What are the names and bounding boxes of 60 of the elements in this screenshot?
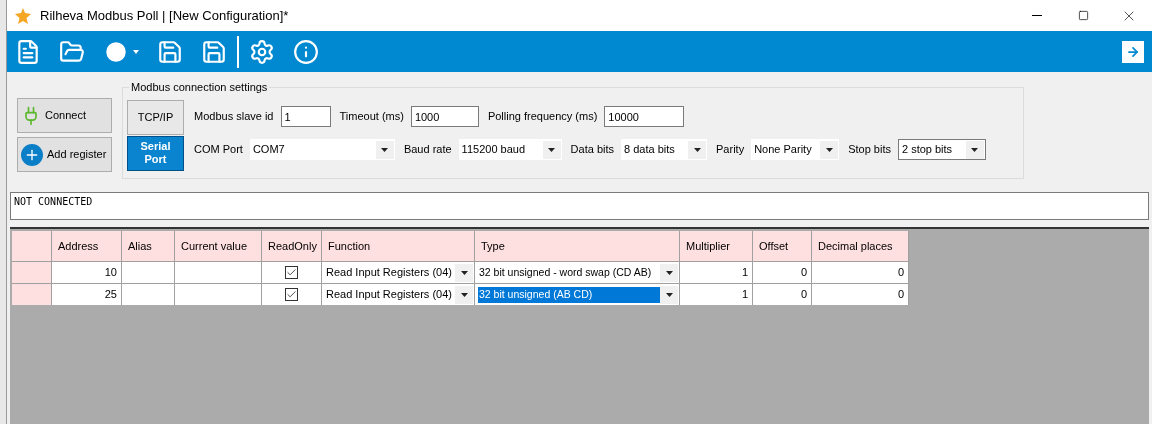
- dropdown[interactable]: None Parity: [751, 139, 840, 160]
- text-field[interactable]: 1: [280, 106, 331, 127]
- connect-button[interactable]: Connect: [17, 98, 112, 133]
- column-header: Decimal places: [812, 231, 909, 261]
- row-header[interactable]: [12, 261, 52, 283]
- table-cell: 1: [680, 283, 753, 305]
- column-header: Function: [322, 231, 475, 261]
- table-cell: 0: [753, 261, 812, 283]
- field-label: Baud rate: [403, 142, 452, 158]
- column-header: Type: [475, 231, 680, 261]
- dropdown[interactable]: 2 stop bits: [897, 139, 986, 160]
- checkbox[interactable]: [285, 266, 298, 279]
- field-label: Stop bits: [848, 142, 891, 158]
- maximize-icon: [1077, 10, 1089, 21]
- save-as-icon[interactable]: [201, 38, 227, 65]
- text-field[interactable]: 10000: [604, 106, 685, 127]
- column-header: Address: [52, 231, 122, 261]
- minimize-icon: [1032, 15, 1042, 16]
- table-cell: 25: [52, 283, 122, 305]
- field-label: Modbus slave id: [194, 109, 274, 125]
- table-cell: 0: [753, 283, 812, 305]
- type-dropdown-value[interactable]: 32 bit unsigned (AB CD): [478, 286, 660, 303]
- table-cell: 1: [680, 261, 753, 283]
- field-label: COM Port: [194, 142, 243, 158]
- new-file-icon[interactable]: [15, 38, 41, 65]
- column-header: Alias: [122, 231, 175, 261]
- exit-arrow-button[interactable]: [1122, 40, 1144, 63]
- caret-icon: [133, 49, 139, 54]
- table-cell: [122, 283, 175, 305]
- column-header: Current value: [175, 231, 262, 261]
- mode-button[interactable]: Serial Port: [127, 135, 184, 171]
- settings-icon[interactable]: [249, 38, 275, 65]
- field-label: Data bits: [570, 142, 615, 158]
- window-title: Rilheva Modbus Poll | [New Configuration]*: [40, 6, 289, 25]
- add-register-button[interactable]: Add register: [17, 137, 112, 172]
- table-cell: 0: [812, 261, 909, 283]
- dropdown[interactable]: 115200 baud: [458, 139, 562, 160]
- plus-icon: [21, 143, 43, 166]
- app-logo-icon: [14, 6, 32, 25]
- checkbox[interactable]: [285, 288, 298, 301]
- dropdown[interactable]: 8 data bits: [621, 139, 708, 160]
- text-field[interactable]: 1000: [410, 106, 479, 127]
- field-label: Timeout (ms): [339, 109, 404, 125]
- column-header: Multiplier: [680, 231, 753, 261]
- dropdown[interactable]: COM7: [249, 139, 395, 160]
- mode-button[interactable]: TCP/IP: [127, 99, 184, 135]
- table-cell: 0: [812, 283, 909, 305]
- field-label: Polling frequency (ms): [487, 109, 598, 125]
- function-dropdown[interactable]: Read Input Registers (04): [322, 261, 475, 283]
- status-box: NOT CONNECTED: [10, 192, 1149, 220]
- save-icon[interactable]: [157, 38, 183, 65]
- row-header[interactable]: [12, 283, 52, 305]
- column-header: Offset: [753, 231, 812, 261]
- function-dropdown[interactable]: Read Input Registers (04): [322, 283, 475, 305]
- info-icon[interactable]: [293, 38, 319, 65]
- column-header: ReadOnly: [262, 231, 322, 261]
- field-label: Parity: [716, 142, 745, 158]
- folder-icon[interactable]: [59, 38, 85, 65]
- table-cell: [122, 261, 175, 283]
- table-cell: 10: [52, 261, 122, 283]
